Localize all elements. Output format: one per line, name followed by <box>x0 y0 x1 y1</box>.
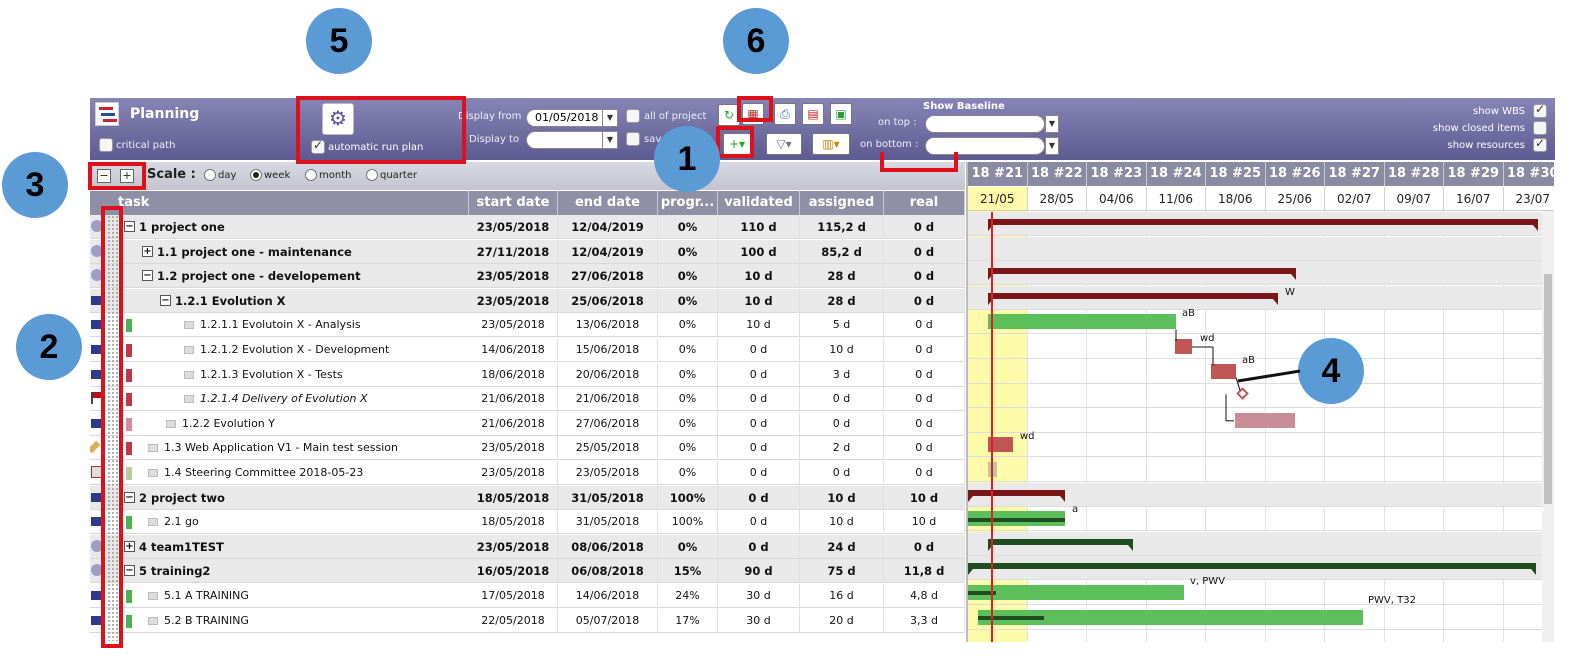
callout-4-pointer <box>1237 369 1301 383</box>
planning-screen: Planning critical path automatic run pla… <box>0 0 1586 657</box>
callout-4-pointer-line <box>1237 369 1301 383</box>
